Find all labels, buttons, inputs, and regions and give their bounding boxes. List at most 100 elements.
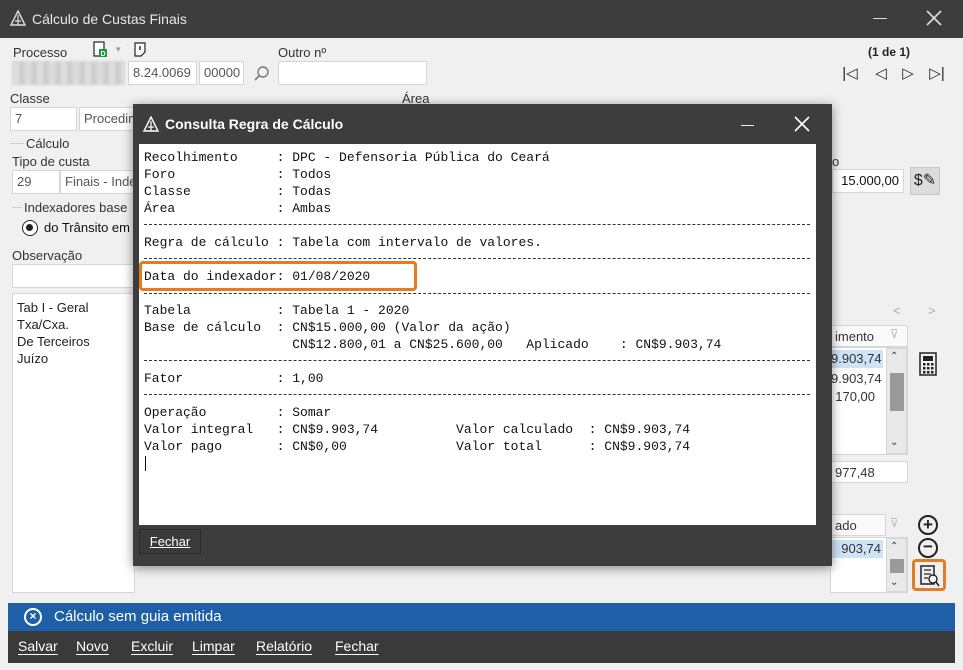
valor-field[interactable]: 15.000,00 (832, 169, 904, 193)
remove-icon[interactable]: − (918, 538, 938, 558)
processo-number-field[interactable] (12, 61, 125, 85)
filter2-icon[interactable]: ⊽ (890, 516, 899, 530)
scroll-thumb[interactable] (890, 373, 904, 411)
classe-label: Classe (10, 91, 50, 106)
prev-record-icon[interactable]: ◁ (872, 64, 890, 82)
indexadores-label: Indexadores base (24, 200, 128, 215)
menu-excluir[interactable]: Excluir (131, 638, 173, 654)
grid-cell[interactable]: 9.903,74 (831, 350, 883, 368)
calculo-group-line (10, 143, 24, 144)
area-line: Área : Ambas (144, 201, 332, 216)
status-close-icon[interactable]: × (24, 608, 42, 626)
list-item[interactable]: Tab I - Geral (13, 299, 134, 316)
transito-radio[interactable] (22, 220, 38, 236)
edit-valor-icon[interactable]: $✎ (910, 167, 940, 195)
menu-novo[interactable]: Novo (76, 638, 109, 654)
scroll-up-icon[interactable]: ⌃ (890, 541, 898, 552)
scroll-down-icon[interactable]: ⌄ (890, 437, 898, 448)
svg-text:D: D (101, 51, 106, 58)
document-d-icon[interactable]: D (92, 41, 108, 58)
calculator-icon[interactable] (918, 352, 938, 376)
grid-cell[interactable]: 903,74 (831, 540, 883, 558)
separator (144, 293, 810, 294)
tabela-line: Tabela : Tabela 1 - 2020 (144, 303, 410, 318)
panel-next-icon[interactable]: > (928, 303, 936, 318)
rule-search-icon (920, 565, 940, 587)
valor-label: o (832, 154, 840, 169)
separator (144, 360, 810, 361)
regra-report-text[interactable]: Recolhimento : DPC - Defensoria Pública … (139, 144, 816, 525)
menu-fechar[interactable]: Fechar (335, 638, 379, 654)
menu-salvar[interactable]: Salvar (18, 638, 58, 654)
processo-number-end[interactable]: 00000 (199, 61, 244, 85)
chevron-down-icon[interactable]: ▾ (116, 44, 121, 55)
scroll-thumb[interactable] (890, 559, 904, 573)
recolhimento-line: Recolhimento : DPC - Defensoria Pública … (144, 150, 550, 165)
consulta-regra-button[interactable] (912, 559, 946, 591)
foro-line: Foro : Todos (144, 167, 332, 182)
panel-prev-icon[interactable]: < (893, 303, 901, 318)
scroll-down-icon[interactable]: ⌄ (890, 577, 898, 588)
grid2-scrollbar[interactable]: ⌃ ⌄ (886, 538, 907, 592)
data-indexador-line: Data do indexador: 01/08/2020 (144, 269, 371, 284)
values-grid[interactable]: 9.903,74 9.903,74 170,00 ⌃ ⌄ (830, 347, 908, 455)
grid-cell[interactable]: 9.903,74 (831, 370, 883, 388)
classe-code-field[interactable]: 7 (10, 107, 77, 131)
dialog-minimize-button[interactable] (741, 125, 754, 126)
total-field: 977,48 (830, 461, 908, 483)
observacao-field[interactable] (12, 264, 137, 288)
status-bar: × Cálculo sem guia emitida (8, 603, 955, 631)
outro-numero-label: Outro nº (278, 45, 327, 60)
minimize-button[interactable] (873, 18, 887, 19)
calculo-group-label: Cálculo (26, 136, 70, 151)
menu-relatorio[interactable]: Relatório (256, 638, 312, 654)
menu-limpar[interactable]: Limpar (192, 638, 235, 654)
processo-number-mid[interactable]: 8.24.0069 (128, 61, 197, 85)
tipo-custa-name[interactable]: Finais - Inde (60, 170, 138, 194)
separator (144, 394, 810, 395)
bottom-menu: Salvar Novo Excluir Limpar Relatório Fec… (8, 631, 955, 663)
separator (144, 258, 810, 259)
search-icon[interactable] (254, 65, 270, 81)
valor-integral-line: Valor integral : CN$9.903,74 Valor calcu… (144, 422, 691, 437)
fator-line: Fator : 1,00 (144, 371, 324, 386)
tipo-custa-code[interactable]: 29 (12, 170, 60, 194)
classe-line: Classe : Todas (144, 184, 332, 199)
first-record-icon[interactable]: |◁ (841, 64, 859, 82)
list-item[interactable]: Juízo (13, 350, 134, 367)
dialog-title: Consulta Regra de Cálculo (165, 116, 344, 132)
status-message: Cálculo sem guia emitida (54, 608, 222, 625)
values-grid2[interactable]: 903,74 ⌃ ⌄ (830, 537, 908, 593)
dialog-fechar-button[interactable]: Fechar (139, 529, 201, 554)
scroll-up-icon[interactable]: ⌃ (890, 351, 898, 362)
list-item[interactable]: De Terceiros (13, 333, 134, 350)
list-item[interactable]: Txa/Cxa. (13, 316, 134, 333)
note-icon[interactable] (133, 42, 147, 57)
grid-scrollbar[interactable]: ⌃ ⌄ (886, 348, 907, 454)
classe-name-field[interactable]: Procedim (79, 107, 139, 131)
app-logo-icon (10, 10, 26, 26)
observacao-label: Observação (12, 248, 83, 263)
grid2-header: ado (830, 514, 886, 536)
window-title: Cálculo de Custas Finais (32, 11, 187, 27)
next-record-icon[interactable]: ▷ (899, 64, 917, 82)
dialog-logo-icon (143, 116, 159, 132)
valor-pago-line: Valor pago : CN$0,00 Valor total : CN$9.… (144, 439, 691, 454)
separator (144, 224, 810, 225)
close-window-button[interactable] (924, 8, 944, 28)
custas-list[interactable]: Tab I - Geral Txa/Cxa. De Terceiros Juíz… (12, 293, 135, 593)
add-icon[interactable]: + (918, 515, 938, 535)
grid-cell[interactable]: 170,00 (831, 388, 883, 406)
main-titlebar: Cálculo de Custas Finais (0, 0, 963, 38)
pager-count: (1 de 1) (868, 45, 911, 59)
indexadores-group-line (12, 207, 22, 208)
grid-header-label: imento (835, 329, 875, 344)
radio-dot-icon (26, 224, 33, 231)
dialog-fechar-label: Fechar (149, 534, 191, 549)
base-calculo-line: Base de cálculo : CN$15.000,00 (Valor da… (144, 320, 511, 335)
outro-numero-input[interactable] (278, 61, 427, 85)
dialog-close-button[interactable] (793, 115, 811, 133)
last-record-icon[interactable]: ▷| (928, 64, 946, 82)
transito-radio-label: do Trânsito em (44, 220, 130, 235)
filter-icon[interactable]: ⊽ (890, 327, 899, 341)
